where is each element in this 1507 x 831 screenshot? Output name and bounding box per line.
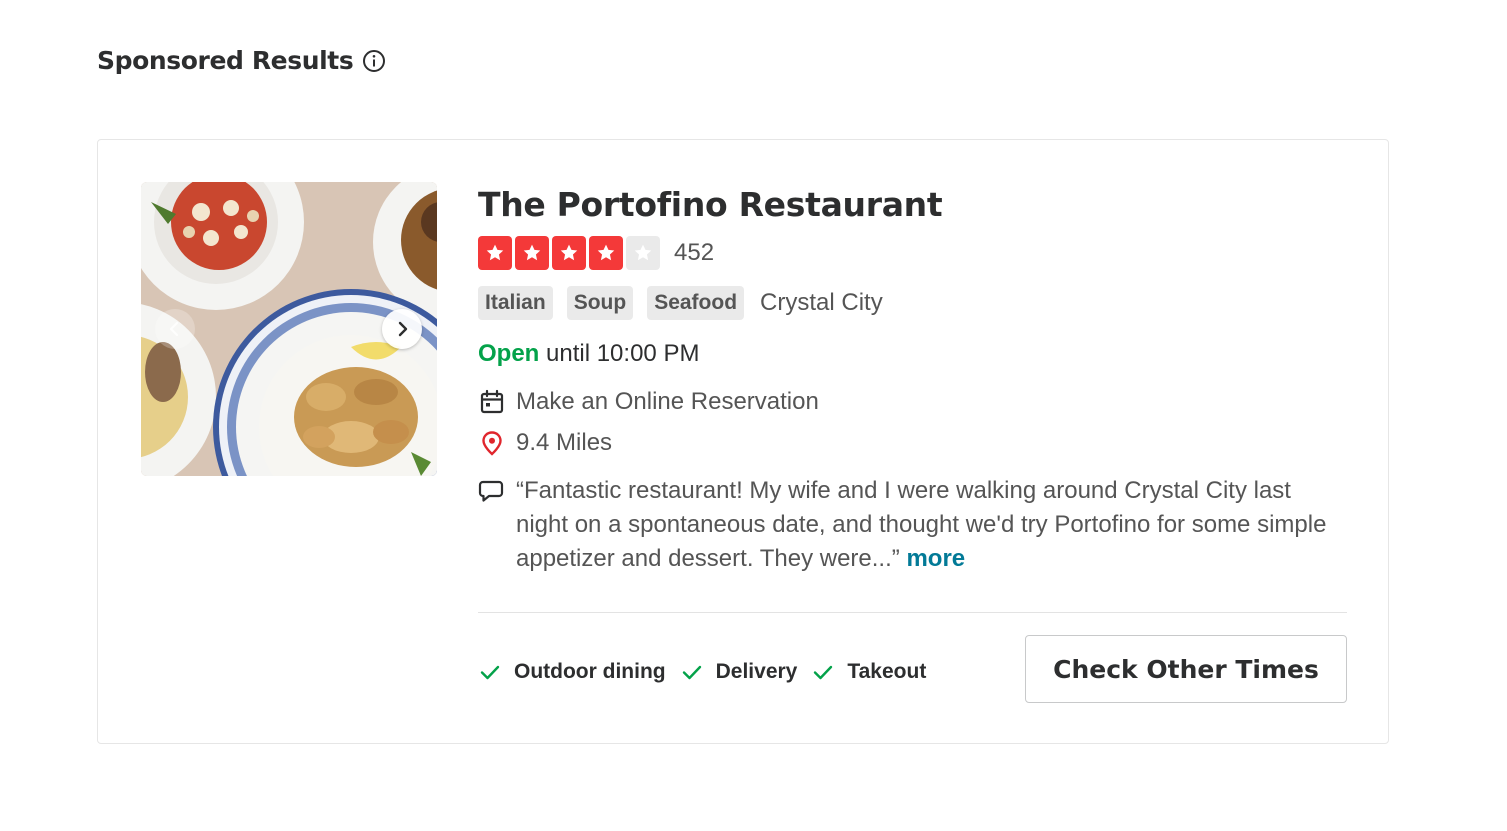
neighborhood: Crystal City bbox=[760, 289, 883, 316]
chevron-left-icon bbox=[169, 321, 179, 337]
check-icon bbox=[682, 665, 701, 680]
amenity-outdoor-dining: Outdoor dining bbox=[478, 660, 666, 684]
business-card: The Portofino Restaurant 452 Italian Sou… bbox=[97, 139, 1389, 744]
hours-status: Open until 10:00 PM bbox=[478, 337, 1348, 371]
amenity-takeout: Takeout bbox=[811, 660, 926, 684]
online-reservation-link[interactable]: Make an Online Reservation bbox=[478, 385, 1348, 419]
speech-bubble-icon bbox=[478, 478, 506, 506]
check-icon bbox=[814, 665, 833, 680]
amenity-label: Delivery bbox=[715, 660, 798, 683]
review-snippet: “Fantastic restaurant! My wife and I wer… bbox=[478, 474, 1348, 576]
photo-previous-button[interactable] bbox=[155, 309, 195, 349]
category-tags: Italian Soup Seafood Crystal City bbox=[478, 286, 1348, 320]
rating-row: 452 bbox=[478, 235, 1348, 271]
category-tag-soup[interactable]: Soup bbox=[566, 286, 634, 320]
check-icon bbox=[480, 665, 500, 680]
open-status: Open bbox=[478, 340, 540, 367]
review-count[interactable]: 452 bbox=[674, 239, 714, 267]
section-header: Sponsored Results bbox=[97, 46, 386, 75]
category-tag-italian[interactable]: Italian bbox=[478, 286, 553, 320]
star-icon bbox=[552, 236, 586, 270]
star-icon bbox=[515, 236, 549, 270]
more-link[interactable]: more bbox=[906, 545, 965, 572]
amenity-delivery: Delivery bbox=[680, 660, 798, 684]
star-icon bbox=[478, 236, 512, 270]
map-pin-icon bbox=[478, 429, 506, 457]
category-tag-seafood[interactable]: Seafood bbox=[647, 286, 745, 320]
distance-label: 9.4 Miles bbox=[516, 429, 613, 456]
chevron-right-icon bbox=[398, 321, 408, 337]
star-rating bbox=[478, 236, 660, 270]
star-icon bbox=[626, 236, 660, 270]
calendar-icon bbox=[478, 388, 506, 416]
check-other-times-button[interactable]: Check Other Times bbox=[1025, 635, 1347, 703]
star-icon bbox=[589, 236, 623, 270]
info-circle-icon[interactable] bbox=[362, 49, 386, 73]
business-photo[interactable] bbox=[141, 182, 437, 476]
divider bbox=[478, 612, 1347, 613]
business-info: The Portofino Restaurant 452 Italian Sou… bbox=[478, 182, 1348, 576]
amenity-label: Takeout bbox=[847, 660, 927, 683]
photo-next-button[interactable] bbox=[382, 309, 422, 349]
distance-row: 9.4 Miles bbox=[478, 426, 1348, 460]
amenities-list: Outdoor dining Delivery Takeout bbox=[478, 655, 940, 689]
business-name-link[interactable]: The Portofino Restaurant bbox=[478, 182, 1348, 228]
hours-detail: until 10:00 PM bbox=[546, 340, 700, 367]
section-title: Sponsored Results bbox=[97, 46, 354, 75]
amenity-label: Outdoor dining bbox=[514, 660, 666, 683]
reservation-label: Make an Online Reservation bbox=[516, 388, 819, 415]
